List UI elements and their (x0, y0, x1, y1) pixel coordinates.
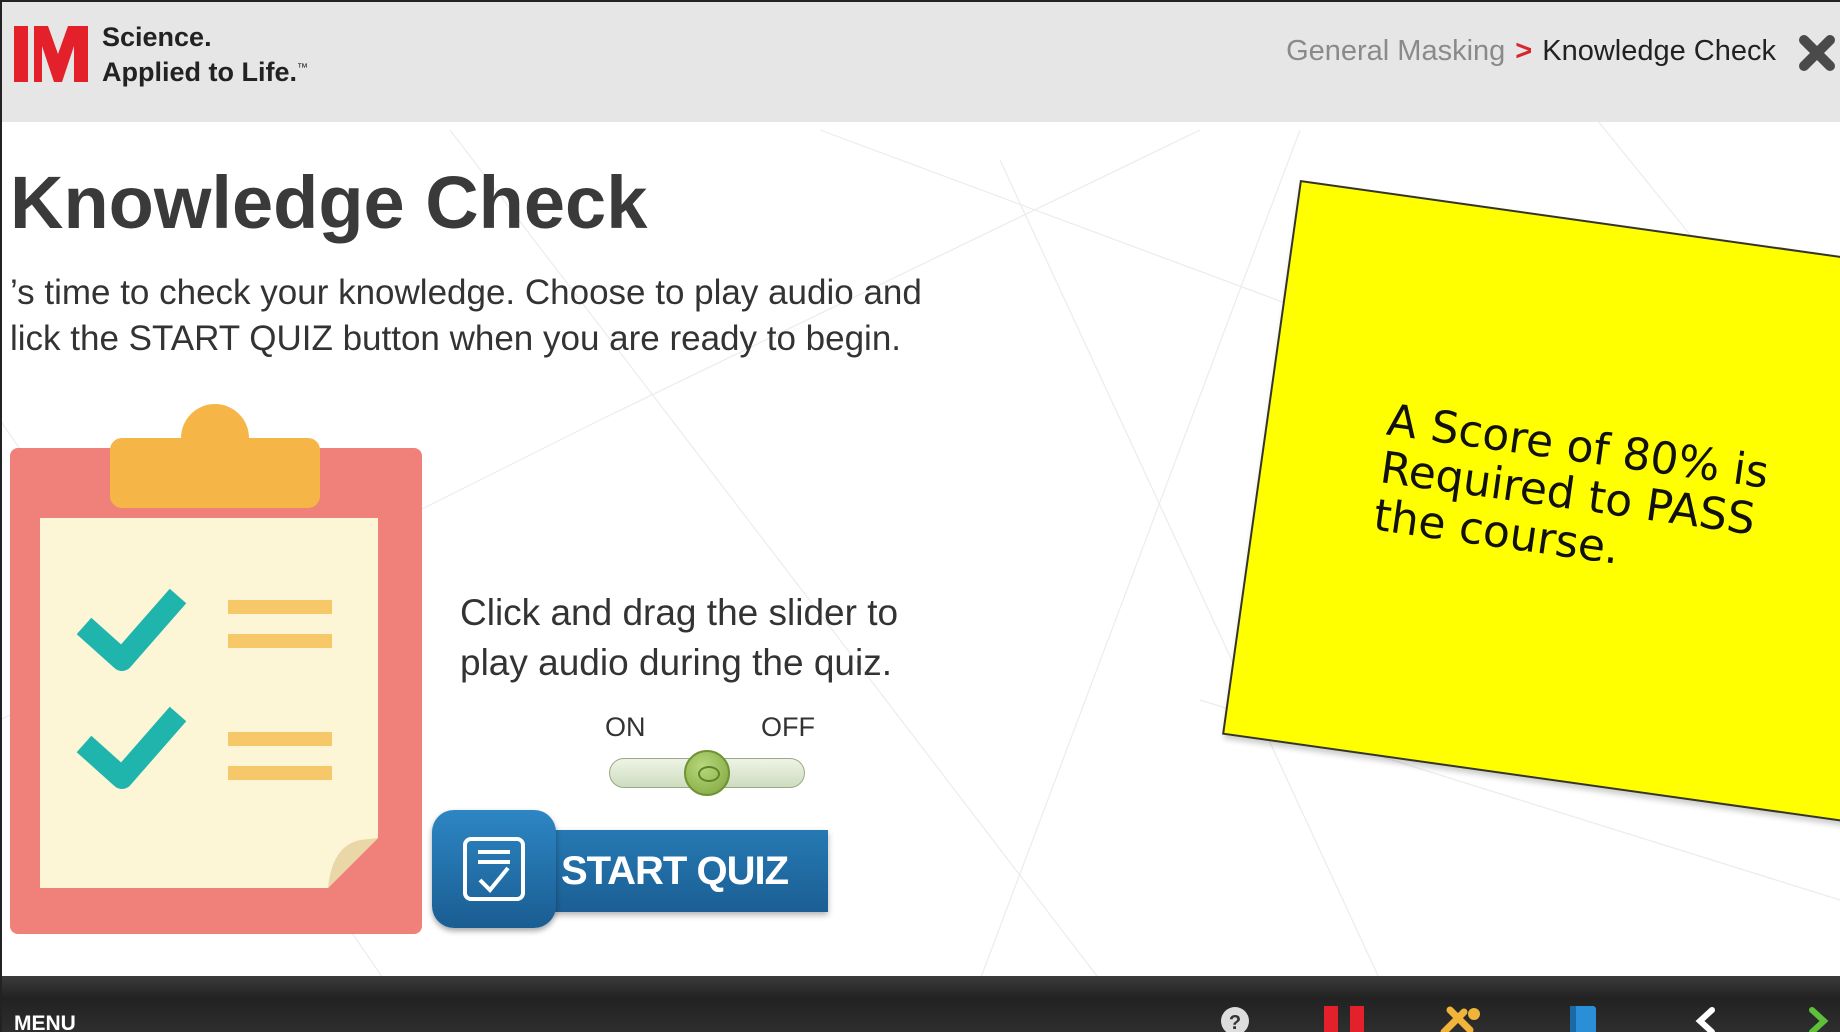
breadcrumb-current: Knowledge Check (1542, 35, 1776, 67)
start-quiz-icon-box[interactable] (432, 810, 556, 928)
clipboard-illustration-icon (10, 404, 422, 934)
next-icon[interactable] (1806, 1006, 1832, 1032)
sticky-note-text: A Score of 80% is Required to PASS the c… (1371, 395, 1840, 612)
instruction-line: Click and drag the slider to (460, 592, 899, 633)
trademark-symbol: ™ (297, 62, 308, 74)
toggle-on-label: ON (605, 712, 646, 742)
toggle-off-label: OFF (761, 712, 815, 742)
start-quiz-label: START QUIZ (560, 848, 789, 893)
course-slide: Science. Applied to Life.™ General Maski… (0, 0, 1840, 1032)
breadcrumb-parent[interactable]: General Masking (1286, 35, 1505, 68)
pause-icon[interactable] (1322, 1006, 1368, 1032)
prev-icon[interactable] (1692, 1006, 1718, 1032)
intro-line: lick the START QUIZ button when you are … (10, 319, 902, 358)
help-icon[interactable]: ? (1220, 1006, 1250, 1032)
instruction-line: play audio during the quiz. (460, 642, 892, 683)
audio-slider-knob[interactable] (684, 750, 730, 796)
intro-line: ’s time to check your knowledge. Choose … (10, 273, 922, 312)
slider-instruction: Click and drag the slider to play audio … (460, 588, 898, 688)
start-quiz-label-box[interactable]: START QUIZ (528, 830, 828, 912)
notebook-icon[interactable] (1566, 1006, 1600, 1032)
sticky-note: A Score of 80% is Required to PASS the c… (1222, 180, 1840, 835)
close-icon[interactable] (1794, 30, 1840, 76)
brand-logo-icon (14, 26, 88, 82)
quiz-checklist-icon (463, 837, 525, 901)
player-control-bar (0, 976, 1840, 1032)
page-title: Knowledge Check (10, 161, 648, 244)
tagline-line2: Applied to Life. (102, 57, 297, 87)
frame-border (0, 0, 14, 1032)
menu-button[interactable]: MENU (14, 1012, 76, 1032)
tagline-line1: Science. (102, 22, 212, 52)
audio-toggle-labels: ON OFF (605, 712, 815, 743)
start-quiz-button[interactable]: START QUIZ (432, 810, 828, 928)
brand-tagline: Science. Applied to Life.™ (102, 22, 308, 88)
breadcrumb-separator: > (1515, 35, 1533, 67)
intro-text: ’s time to check your knowledge. Choose … (10, 270, 1110, 362)
breadcrumb: General Masking > Knowledge Check (1286, 35, 1776, 68)
tools-icon[interactable] (1440, 1006, 1486, 1032)
svg-text:?: ? (1229, 1012, 1241, 1032)
